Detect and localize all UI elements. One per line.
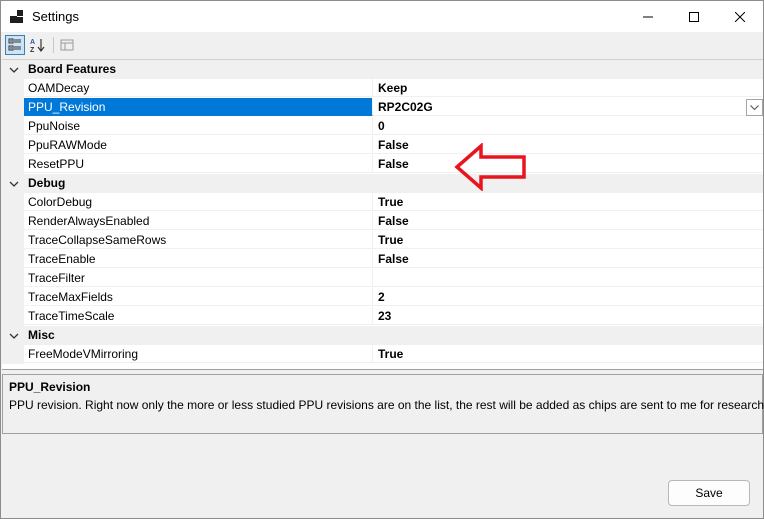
property-row-tracemaxfields[interactable]: TraceMaxFields 2 [2,288,763,307]
property-row-ppunoise[interactable]: PpuNoise 0 [2,117,763,136]
property-pages-icon [60,39,74,51]
help-description: PPU revision. Right now only the more or… [9,398,764,412]
svg-text:A: A [30,39,35,46]
property-row-ppu-revision[interactable]: PPU_Revision RP2C02G [2,98,763,117]
title-bar[interactable]: Settings [1,1,763,32]
category-label: Misc [28,328,55,342]
category-label: Board Features [28,62,117,76]
property-name[interactable]: TraceFilter [24,269,373,287]
category-board-features[interactable]: Board Features [2,60,763,79]
property-row-tracetimescale[interactable]: TraceTimeScale 23 [2,307,763,326]
category-label: Debug [28,176,66,190]
help-title: PPU_Revision [9,380,91,394]
property-grid-toolbar: A Z [1,32,763,58]
property-value[interactable]: True [373,345,763,363]
property-row-renderalwaysenabled[interactable]: RenderAlwaysEnabled False [2,212,763,231]
ppu-revision-dropdown-button[interactable] [746,99,763,116]
property-name[interactable]: ResetPPU [24,155,373,173]
maximize-icon [689,11,699,22]
app-icon [10,10,24,24]
property-row-tracecollapsesamerows[interactable]: TraceCollapseSameRows True [2,231,763,250]
property-name[interactable]: TraceCollapseSameRows [24,231,373,249]
toolbar-separator [53,37,54,53]
sort-alphabetical-button[interactable]: A Z [28,35,48,55]
property-row-tracefilter[interactable]: TraceFilter [2,269,763,288]
property-name[interactable]: FreeModeVMirroring [24,345,373,363]
property-grid: Board Features OAMDecay Keep PPU_Revisio… [2,59,763,370]
property-name[interactable]: TraceMaxFields [24,288,373,306]
property-value[interactable]: 2 [373,288,763,306]
property-row-resetppu[interactable]: ResetPPU False [2,155,763,174]
property-value[interactable] [373,269,763,287]
sort-alphabetical-icon: A Z [30,39,45,53]
property-row-colordebug[interactable]: ColorDebug True [2,193,763,212]
property-name[interactable]: TraceEnable [24,250,373,268]
property-value[interactable]: 0 [373,117,763,135]
property-value[interactable]: False [373,155,763,173]
property-name[interactable]: ColorDebug [24,193,373,211]
property-value[interactable]: Keep [373,79,763,97]
red-arrow-left-icon [454,143,526,191]
property-value[interactable]: False [373,212,763,230]
minimize-icon [643,16,653,17]
save-button[interactable]: Save [668,480,750,506]
property-pages-button[interactable] [57,35,77,55]
property-name[interactable]: PPU_Revision [24,98,373,116]
categorized-view-icon [8,38,21,51]
categorized-view-button[interactable] [5,35,25,55]
property-name[interactable]: OAMDecay [24,79,373,97]
property-value[interactable]: 23 [373,307,763,325]
minimize-button[interactable] [625,1,671,32]
chevron-down-icon[interactable] [9,179,19,189]
chevron-down-icon[interactable] [9,331,19,341]
property-row-traceenable[interactable]: TraceEnable False [2,250,763,269]
category-debug[interactable]: Debug [2,174,763,193]
maximize-button[interactable] [671,1,717,32]
close-icon [735,11,745,22]
property-name[interactable]: TraceTimeScale [24,307,373,325]
property-row-freemodevmirroring[interactable]: FreeModeVMirroring True [2,345,763,364]
category-misc[interactable]: Misc [2,326,763,345]
property-value[interactable]: False [373,136,763,154]
close-button[interactable] [717,1,763,32]
property-value[interactable]: RP2C02G [373,98,763,116]
property-row-oamdecay[interactable]: OAMDecay Keep [2,79,763,98]
property-value[interactable]: True [373,231,763,249]
settings-window: Settings A Z Board Features OAMDecay Kee… [0,0,764,519]
help-pane: PPU_Revision PPU revision. Right now onl… [2,374,764,434]
chevron-down-icon [750,104,759,110]
property-value[interactable]: False [373,250,763,268]
svg-text:Z: Z [30,47,35,53]
property-name[interactable]: PpuRAWMode [24,136,373,154]
property-name[interactable]: PpuNoise [24,117,373,135]
property-row-ppurawmode[interactable]: PpuRAWMode False [2,136,763,155]
property-name[interactable]: RenderAlwaysEnabled [24,212,373,230]
chevron-down-icon[interactable] [9,65,19,75]
property-value[interactable]: True [373,193,763,211]
window-title: Settings [32,9,79,24]
